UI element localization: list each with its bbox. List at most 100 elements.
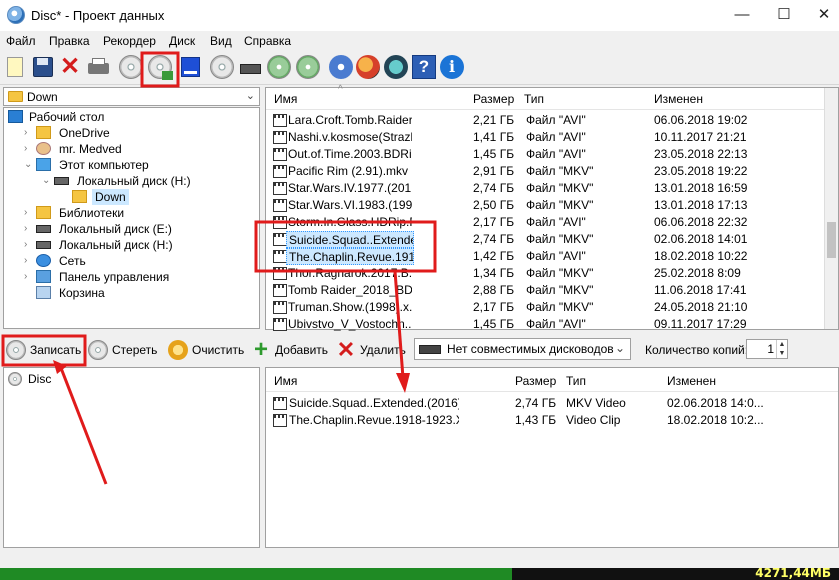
chevron-right-icon[interactable]: ›: [24, 125, 34, 141]
col-size-header[interactable]: Размер: [473, 88, 514, 110]
menu-recorder[interactable]: Рекордер: [103, 34, 156, 48]
tree-item[interactable]: › Панель управления: [4, 269, 259, 285]
burn-flame-icon[interactable]: [356, 55, 380, 79]
project-tree: Disc: [3, 367, 260, 548]
project-root[interactable]: Disc: [28, 372, 51, 386]
chevron-right-icon[interactable]: ›: [24, 141, 34, 157]
minimize-button[interactable]: —: [731, 4, 753, 26]
file-row[interactable]: Storm.In.Glass.HDRip.R... 2,17 ГБ Файл "AV…: [266, 214, 824, 231]
scrollbar-thumb[interactable]: [827, 222, 836, 258]
chevron-right-icon[interactable]: ›: [24, 237, 34, 253]
maximize-button[interactable]: ☐: [773, 4, 795, 26]
burn-button[interactable]: Записать: [6, 339, 81, 361]
file-row[interactable]: Pacific Rim (2.91).mkv 2,91 ГБ Файл "MKV" 2…: [266, 163, 824, 180]
tree-item-label: Down: [92, 189, 129, 205]
file-row[interactable]: Star.Wars.IV.1977.(201... 2,74 ГБ Файл "MK…: [266, 180, 824, 197]
project-file-row[interactable]: The.Chaplin.Revue.1918-1923.X... 1,43 ГБ V…: [266, 412, 838, 429]
save-icon[interactable]: [31, 55, 55, 79]
tree-item[interactable]: › mr. Medved: [4, 141, 259, 157]
menu-disc[interactable]: Диск: [169, 34, 195, 48]
app-disc-icon: [7, 6, 25, 24]
file-row[interactable]: Nashi.v.kosmose(Strazh... 1,41 ГБ Файл "AV…: [266, 129, 824, 146]
tree-item[interactable]: › Локальный диск (H:): [4, 237, 259, 253]
file-row[interactable]: Star.Wars.VI.1983.(199... 2,50 ГБ Файл "MK…: [266, 197, 824, 214]
copies-stepper[interactable]: 1 ▲ ▼: [746, 339, 788, 359]
folder-icon: [72, 190, 87, 203]
file-row[interactable]: Lara.Croft.Tomb.Raider.... 2,21 ГБ Файл "A…: [266, 112, 824, 129]
menu-bar: Файл Правка Рекордер Диск Вид Справка: [0, 31, 839, 51]
copy-disc-icon[interactable]: [267, 55, 291, 79]
video-file-icon: [273, 199, 287, 212]
file-row[interactable]: Suicide.Squad..Extende... 2,74 ГБ Файл "MK…: [266, 231, 824, 248]
file-modified: 24.05.2018 21:10: [654, 300, 748, 314]
window-blue-icon[interactable]: [178, 55, 202, 79]
erase-button[interactable]: Стереть: [88, 339, 158, 361]
tree-item[interactable]: › Локальный диск (E:): [4, 221, 259, 237]
col-modified-header[interactable]: Изменен: [654, 88, 703, 110]
file-row[interactable]: Out.of.Time.2003.BDRip... 1,45 ГБ Файл "AV…: [266, 146, 824, 163]
file-row[interactable]: Tomb Raider_2018_BD... 2,88 ГБ Файл "MKV" 1…: [266, 282, 824, 299]
file-size: 2,21 ГБ: [473, 113, 515, 127]
drive-icon[interactable]: [238, 55, 262, 79]
print-icon[interactable]: [86, 55, 110, 79]
tree-item-label: Локальный диск (H:): [59, 238, 173, 252]
col-name-header[interactable]: Имя: [274, 88, 297, 110]
control-panel-icon: [36, 270, 51, 283]
stepper-arrows[interactable]: ▲ ▼: [776, 340, 787, 358]
proj-col-modified-header[interactable]: Изменен: [667, 370, 716, 392]
tree-item[interactable]: ⌄ Локальный диск (H:): [4, 173, 259, 189]
menu-view[interactable]: Вид: [210, 34, 232, 48]
file-name: Out.of.Time.2003.BDRip...: [288, 147, 412, 161]
project-file-row[interactable]: Suicide.Squad..Extended.(2016).... 2,74 Г…: [266, 395, 838, 412]
tree-item[interactable]: › Сеть: [4, 253, 259, 269]
file-size: 2,74 ГБ: [473, 232, 515, 246]
info-icon[interactable]: i: [440, 55, 464, 79]
clear-button[interactable]: Очистить: [168, 339, 244, 361]
file-type: Файл "MKV": [526, 300, 594, 314]
burn-disc-icon[interactable]: [148, 55, 173, 80]
col-type-header[interactable]: Тип: [524, 88, 544, 110]
web-globe-icon[interactable]: [384, 55, 408, 79]
tree-item[interactable]: Корзина: [4, 285, 259, 301]
tree-item[interactable]: › Библиотеки: [4, 205, 259, 221]
proj-col-name-header[interactable]: Имя: [274, 370, 297, 392]
drive-select[interactable]: Нет совместимых дисководов ⌄: [414, 338, 631, 360]
menu-edit[interactable]: Правка: [49, 34, 90, 48]
chevron-down-icon[interactable]: ⌄: [42, 173, 52, 189]
tree-item[interactable]: › OneDrive: [4, 125, 259, 141]
erase-disc-icon[interactable]: [119, 55, 143, 79]
proj-col-type-header[interactable]: Тип: [566, 370, 586, 392]
drive-select-value: Нет совместимых дисководов: [447, 342, 614, 356]
folder-dropdown[interactable]: Down ⌄: [3, 87, 260, 106]
close-button[interactable]: ✕: [813, 4, 835, 26]
chevron-right-icon[interactable]: ›: [24, 221, 34, 237]
rip-disc-icon[interactable]: [296, 55, 320, 79]
chevron-right-icon[interactable]: ›: [24, 269, 34, 285]
add-button[interactable]: + Добавить: [251, 338, 331, 362]
remove-button[interactable]: ✕ Удалить: [336, 339, 408, 361]
file-name: Thor.Ragnarok.2017.B...: [288, 266, 412, 280]
tree-item[interactable]: Рабочий стол: [4, 109, 259, 125]
settings-gear-icon[interactable]: [329, 55, 353, 79]
chevron-right-icon[interactable]: ›: [24, 253, 34, 269]
disc-info-icon[interactable]: [210, 55, 234, 79]
tree-item-label: Локальный диск (H:): [77, 174, 191, 188]
help-question-icon[interactable]: ?: [412, 55, 436, 79]
menu-file[interactable]: Файл: [6, 34, 36, 48]
file-row[interactable]: Thor.Ragnarok.2017.B... 1,34 ГБ Файл "MKV"…: [266, 265, 824, 282]
tree-item[interactable]: ⌄ Этот компьютер: [4, 157, 259, 173]
proj-col-size-header[interactable]: Размер: [515, 370, 556, 392]
file-row[interactable]: Ubivstvo_V_Vostochn... 1,45 ГБ Файл "AVI" 0…: [266, 316, 824, 333]
file-row[interactable]: The.Chaplin.Revue.191... 1,42 ГБ Файл "AVI…: [266, 248, 824, 265]
new-project-icon[interactable]: [4, 55, 28, 79]
source-scrollbar[interactable]: [824, 88, 838, 329]
file-row[interactable]: Truman.Show.(1998).x... 2,17 ГБ Файл "MKV"…: [266, 299, 824, 316]
chevron-right-icon[interactable]: ›: [24, 205, 34, 221]
tree-item[interactable]: Down: [4, 189, 259, 205]
source-file-list: ^ Имя Размер Тип Изменен Lara.Croft.Tomb…: [265, 84, 839, 333]
chevron-down-icon[interactable]: ⌄: [24, 157, 34, 173]
file-type: Файл "AVI": [526, 215, 586, 229]
delete-x-icon[interactable]: ✕: [58, 55, 82, 79]
menu-help[interactable]: Справка: [244, 34, 291, 48]
cloud-folder-icon: [36, 126, 51, 139]
